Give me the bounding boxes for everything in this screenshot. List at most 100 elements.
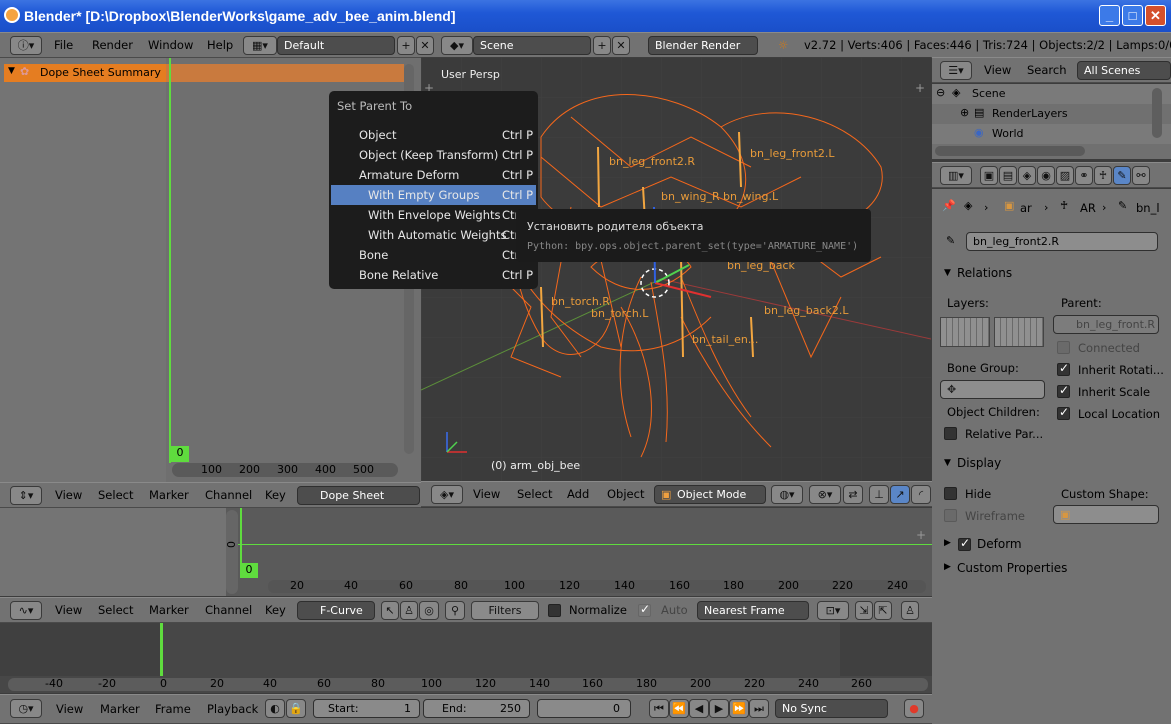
normalize-checkbox[interactable] xyxy=(548,604,561,617)
jump-keyframe-back-icon[interactable]: ⏪ xyxy=(669,699,689,718)
jump-start-icon[interactable]: ⏮ xyxy=(649,699,669,718)
dope-menu-select[interactable]: Select xyxy=(98,488,133,502)
pin-icon[interactable]: 📌 xyxy=(942,199,956,212)
display-panel-header[interactable]: ▼ Display xyxy=(932,454,1171,476)
menu-item-object[interactable]: Object Ctrl P xyxy=(329,125,538,145)
graph-menu-key[interactable]: Key xyxy=(265,603,286,617)
expand-icon[interactable]: ⊕ xyxy=(960,106,969,119)
constraints-tab-icon[interactable]: ⚭ xyxy=(1075,166,1093,185)
filters-button[interactable]: Filters xyxy=(471,601,539,620)
render-tab-icon[interactable]: ▣ xyxy=(980,166,998,185)
bone-layers-grid-a[interactable] xyxy=(940,317,990,347)
scene-field[interactable]: Scene xyxy=(473,36,591,55)
renderlayers-tab-icon[interactable]: ▤ xyxy=(999,166,1017,185)
graph-hscroll[interactable] xyxy=(268,580,926,593)
paste-keys-icon[interactable]: ⇱ xyxy=(874,601,892,620)
manipulator-icon[interactable]: ⊥ xyxy=(869,485,889,504)
graph-menu-view[interactable]: View xyxy=(55,603,82,617)
dope-menu-key[interactable]: Key xyxy=(265,488,286,502)
jump-keyframe-forward-icon[interactable]: ⏩ xyxy=(729,699,749,718)
outliner-row[interactable]: ◉ World xyxy=(932,124,1171,144)
ghost-icon[interactable]: ♙ xyxy=(400,601,418,620)
viewport-toolshelf-plus-icon[interactable]: + xyxy=(915,81,925,95)
record-icon[interactable]: ● xyxy=(904,699,924,718)
snap-icon[interactable]: ⇄ xyxy=(843,485,863,504)
translate-icon[interactable]: ↗ xyxy=(890,485,910,504)
graph-menu-select[interactable]: Select xyxy=(98,603,133,617)
start-frame-field[interactable]: Start: 1 xyxy=(313,699,420,718)
custom-properties-panel-header[interactable]: ▶ Custom Properties xyxy=(932,558,1171,580)
graph-menu-marker[interactable]: Marker xyxy=(149,603,189,617)
add-scene-icon[interactable]: + xyxy=(593,36,611,55)
close-button[interactable]: ✕ xyxy=(1145,5,1166,26)
editor-type-outliner-icon[interactable]: ☰▾ xyxy=(940,61,972,80)
timeline-menu-frame[interactable]: Frame xyxy=(155,702,191,716)
sync-select[interactable]: No Sync xyxy=(775,699,888,718)
minimize-button[interactable]: _ xyxy=(1099,5,1120,26)
outliner-hscroll[interactable] xyxy=(935,146,1085,156)
collapse-triangle-icon[interactable]: ▼ xyxy=(8,66,15,76)
outliner-item-world[interactable]: World xyxy=(992,127,1024,140)
path-object[interactable]: ar xyxy=(1020,201,1032,215)
cursor-icon[interactable]: ↖ xyxy=(381,601,399,620)
scene-tab-icon[interactable]: ◈ xyxy=(1018,166,1036,185)
inherit-scale-checkbox[interactable] xyxy=(1057,383,1070,398)
menu-item-with-automatic-weights[interactable]: With Automatic WeightsCtrl P xyxy=(329,225,538,245)
editor-type-graph-icon[interactable]: ∿▾ xyxy=(10,601,42,620)
menu-item-with-empty-groups[interactable]: With Empty Groups Ctrl P xyxy=(331,185,536,205)
hide-checkbox[interactable] xyxy=(944,487,957,500)
graph-editor-area[interactable]: 0 0 20 40 60 80 100 120 140 160 180 200 … xyxy=(0,508,932,596)
viewport-menu-object[interactable]: Object xyxy=(607,487,644,501)
deform-checkbox[interactable] xyxy=(958,536,971,551)
timeline-menu-playback[interactable]: Playback xyxy=(207,702,258,716)
menu-item-with-envelope-weights[interactable]: With Envelope WeightsCtrl P xyxy=(329,205,538,225)
collapse-icon[interactable]: ⊖ xyxy=(936,86,945,99)
graph-vscroll[interactable] xyxy=(226,510,238,594)
outliner-item-renderlayers[interactable]: RenderLayers xyxy=(992,107,1068,120)
timeline-menu-marker[interactable]: Marker xyxy=(100,702,140,716)
local-location-checkbox[interactable] xyxy=(1057,405,1070,420)
relations-panel-header[interactable]: ▼ Relations xyxy=(932,264,1171,286)
preview-range-icon[interactable]: ◐ xyxy=(265,699,285,718)
outliner-vscroll[interactable] xyxy=(1152,88,1162,138)
armature-tab-icon[interactable]: ♰ xyxy=(1094,166,1112,185)
dope-mode-select[interactable]: Dope Sheet xyxy=(297,486,420,505)
play-icon[interactable]: ▶ xyxy=(709,699,729,718)
layout-field[interactable]: Default xyxy=(277,36,395,55)
editor-type-3d-icon[interactable]: ◈▾ xyxy=(431,485,463,504)
layout-icon[interactable]: ▦▾ xyxy=(243,36,277,55)
menu-file[interactable]: File xyxy=(54,38,73,52)
dope-menu-view[interactable]: View xyxy=(55,488,82,502)
menu-item-bone-relative[interactable]: Bone Relative Ctrl P xyxy=(329,265,538,285)
auto-checkbox[interactable] xyxy=(638,602,651,617)
editor-type-properties-icon[interactable]: ▥▾ xyxy=(940,166,972,185)
bone-name-field[interactable]: bn_leg_front2.R xyxy=(966,232,1158,251)
menu-item-object-keep-transform[interactable]: Object (Keep Transform) Ctrl P xyxy=(329,145,538,165)
path-bone[interactable]: bn_l xyxy=(1136,201,1160,215)
remove-scene-icon[interactable]: ✕ xyxy=(612,36,630,55)
play-reverse-icon[interactable]: ◀ xyxy=(689,699,709,718)
render-engine-select[interactable]: Blender Render xyxy=(648,36,758,55)
add-layout-icon[interactable]: + xyxy=(397,36,415,55)
pivot-graph-icon[interactable]: ⊡▾ xyxy=(817,601,849,620)
outliner-item-scene[interactable]: Scene xyxy=(972,87,1006,100)
lock-icon[interactable]: 🔒 xyxy=(286,699,306,718)
outliner-area[interactable]: ⊖ ◈ Scene ⊕ ▤ RenderLayers ◉ World xyxy=(932,84,1171,159)
inherit-rotation-checkbox[interactable] xyxy=(1057,361,1070,376)
snap-select[interactable]: Nearest Frame xyxy=(697,601,809,620)
viewport-menu-select[interactable]: Select xyxy=(517,487,552,501)
dope-summary-channel[interactable]: ▼ ✿ Dope Sheet Summary xyxy=(4,64,166,82)
viewport-menu-view[interactable]: View xyxy=(473,487,500,501)
world-tab-icon[interactable]: ◉ xyxy=(1037,166,1055,185)
bone-tab-icon[interactable]: ✎ xyxy=(1113,166,1131,185)
deform-panel-header[interactable]: ▶ Deform xyxy=(932,534,1171,556)
bone-layers-grid-b[interactable] xyxy=(994,317,1044,347)
editor-type-info-icon[interactable]: ⓘ▾ xyxy=(10,36,42,55)
timeline-scrollbar[interactable] xyxy=(8,678,928,691)
outliner-menu-search[interactable]: Search xyxy=(1027,63,1067,77)
custom-shape-field[interactable]: ▣ xyxy=(1053,505,1159,524)
path-armature[interactable]: AR xyxy=(1080,201,1096,215)
relative-parent-checkbox[interactable] xyxy=(944,427,957,440)
object-tab-icon[interactable]: ▨ xyxy=(1056,166,1074,185)
copy-keys-icon[interactable]: ⇲ xyxy=(855,601,873,620)
